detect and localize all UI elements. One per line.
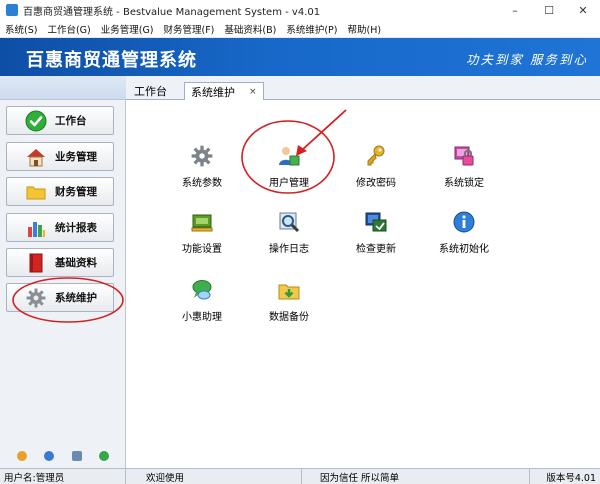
close-button[interactable]: ✕	[566, 0, 600, 20]
sidebar-item-label: 工作台	[55, 115, 87, 127]
refresh-icon[interactable]	[99, 451, 110, 461]
sidebar-item-maintenance[interactable]: 系统维护	[6, 283, 114, 312]
sidebar-item-basic-data[interactable]: 基础资料	[6, 248, 114, 277]
func-system-params[interactable]: 系统参数	[164, 144, 240, 189]
sidebar: 工作台 业务管理 财务管理 统计报表 基础资料 系统维护	[0, 76, 126, 468]
backup-folder-icon	[277, 278, 301, 302]
maximize-button[interactable]: ☐	[532, 0, 566, 20]
title-bar: 百惠商贸通管理系统 - Bestvalue Management System …	[0, 0, 600, 20]
func-label: 系统初始化	[439, 244, 489, 255]
minimize-button[interactable]: –	[498, 0, 532, 20]
tab-label: 工作台	[134, 85, 167, 98]
sidebar-header	[0, 76, 126, 100]
help-icon[interactable]	[44, 451, 55, 461]
window-controls: – ☐ ✕	[498, 0, 600, 20]
menu-help[interactable]: 帮助(H)	[343, 22, 387, 36]
status-version: 版本号4.01	[546, 472, 596, 484]
func-change-password[interactable]: 修改密码	[338, 144, 414, 189]
log-magnifier-icon	[277, 210, 301, 234]
banner-slogan: 功夫到家 服务到心	[466, 52, 588, 67]
tab-bar: 工作台 系统维护 ×	[126, 76, 600, 100]
func-check-update[interactable]: 检查更新	[338, 210, 414, 255]
sidebar-item-finance[interactable]: 财务管理	[6, 177, 114, 206]
sidebar-item-reports[interactable]: 统计报表	[6, 213, 114, 242]
sidebar-item-label: 财务管理	[55, 186, 97, 198]
info-icon	[452, 210, 476, 234]
tab-label: 系统维护	[191, 85, 235, 99]
func-system-init[interactable]: 系统初始化	[426, 210, 502, 255]
close-icon[interactable]: ×	[249, 87, 257, 97]
status-bar: 用户名:管理员 欢迎使用 因为信任 所以简单 版本号4.01	[0, 468, 600, 484]
tab-maintenance[interactable]: 系统维护 ×	[184, 82, 264, 100]
sidebar-item-label: 统计报表	[55, 222, 97, 234]
chat-icon	[190, 278, 214, 302]
func-label: 用户管理	[269, 178, 309, 189]
app-icon	[6, 4, 18, 16]
red-book-icon	[25, 252, 47, 274]
func-label: 检查更新	[356, 244, 396, 255]
house-icon	[25, 146, 47, 168]
sidebar-item-label: 业务管理	[55, 151, 97, 163]
module-icon	[190, 210, 214, 234]
menu-finance[interactable]: 财务管理(F)	[159, 22, 220, 36]
func-data-backup[interactable]: 数据备份	[251, 278, 327, 323]
sidebar-item-label: 系统维护	[55, 292, 97, 304]
menu-maintenance[interactable]: 系统维护(P)	[281, 22, 342, 36]
status-welcome: 欢迎使用	[126, 468, 302, 484]
func-feature-settings[interactable]: 功能设置	[164, 210, 240, 255]
update-icon	[364, 210, 388, 234]
func-label: 修改密码	[356, 178, 396, 189]
sidebar-item-label: 基础资料	[55, 257, 97, 269]
func-label: 系统锁定	[444, 178, 484, 189]
status-user: 用户名:管理员	[0, 468, 126, 484]
bar-chart-icon	[25, 217, 47, 239]
func-system-lock[interactable]: 系统锁定	[426, 144, 502, 189]
menu-bar: 系统(S) 工作台(G) 业务管理(G) 财务管理(F) 基础资料(B) 系统维…	[0, 20, 600, 38]
gear-icon	[25, 287, 47, 309]
tab-workbench[interactable]: 工作台	[134, 82, 167, 100]
func-label: 操作日志	[269, 244, 309, 255]
func-user-management[interactable]: 用户管理	[251, 144, 327, 189]
banner-title: 百惠商贸通管理系统	[26, 50, 197, 71]
func-label: 系统参数	[182, 178, 222, 189]
menu-system[interactable]: 系统(S)	[0, 22, 42, 36]
sidebar-item-workbench[interactable]: 工作台	[6, 106, 114, 135]
tool-icon[interactable]	[16, 451, 27, 461]
menu-workbench[interactable]: 工作台(G)	[42, 22, 95, 36]
status-motto: 因为信任 所以简单	[302, 468, 530, 484]
user-icon	[277, 144, 301, 168]
monitor-icon[interactable]	[71, 451, 82, 461]
func-label: 小惠助理	[182, 312, 222, 323]
sidebar-item-business[interactable]: 业务管理	[6, 142, 114, 171]
gear-icon	[190, 144, 214, 168]
func-operation-log[interactable]: 操作日志	[251, 210, 327, 255]
folder-icon	[25, 181, 47, 203]
menu-basic-data[interactable]: 基础资料(B)	[219, 22, 281, 36]
lock-icon	[452, 144, 476, 168]
key-icon	[364, 144, 388, 168]
func-assistant[interactable]: 小惠助理	[164, 278, 240, 323]
function-panel: 系统参数 用户管理 修改密码 系统锁定 功能设置 操作日志 检查更新 系统初始化…	[126, 100, 600, 468]
check-circle-icon	[25, 110, 47, 132]
app-banner: 百惠商贸通管理系统 功夫到家 服务到心	[0, 38, 600, 76]
func-label: 数据备份	[269, 312, 309, 323]
menu-business[interactable]: 业务管理(G)	[96, 22, 159, 36]
window-title: 百惠商贸通管理系统 - Bestvalue Management System …	[23, 6, 321, 18]
func-label: 功能设置	[182, 244, 222, 255]
sidebar-footer	[0, 444, 126, 468]
